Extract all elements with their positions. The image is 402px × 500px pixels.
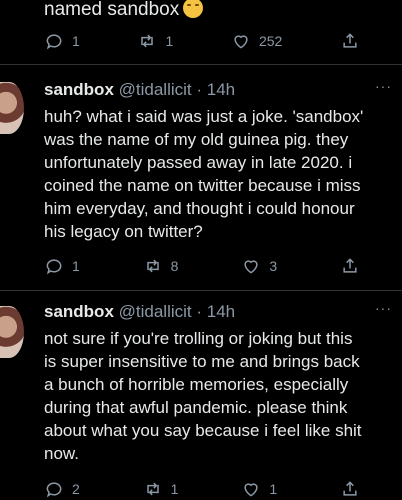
like-button[interactable]: 252 <box>231 31 282 51</box>
reply-count: 2 <box>72 481 80 497</box>
timestamp[interactable]: 14h <box>207 80 235 99</box>
reply-icon <box>46 259 62 275</box>
tweet-text: not sure if you're trolling or joking bu… <box>44 329 362 463</box>
reply-icon <box>46 34 62 50</box>
tweet-2-actions: 2 1 1 <box>44 478 368 500</box>
reply-button[interactable]: 1 <box>44 256 80 276</box>
like-button[interactable]: 1 <box>241 479 277 499</box>
share-icon <box>343 33 357 48</box>
like-count: 1 <box>269 481 278 497</box>
prev-tweet-text-label: named sandbox <box>44 0 180 20</box>
retweet-count: 8 <box>170 258 179 274</box>
handle[interactable]: @tidallicit <box>119 80 192 99</box>
share-button[interactable] <box>340 256 368 276</box>
divider <box>0 290 402 291</box>
retweet-icon <box>141 34 154 48</box>
crying-face-icon <box>183 0 204 18</box>
reply-count: 1 <box>72 258 80 274</box>
retweet-icon <box>146 259 159 273</box>
avatar[interactable] <box>0 82 24 134</box>
display-name[interactable]: sandbox <box>44 80 114 99</box>
timestamp[interactable]: 14h <box>207 302 235 321</box>
like-button[interactable]: 3 <box>241 256 277 276</box>
separator: · <box>191 80 207 99</box>
prev-tweet-text: named sandbox <box>44 0 204 21</box>
like-count: 3 <box>269 258 278 274</box>
separator: · <box>191 302 207 321</box>
retweet-button[interactable]: 1 <box>143 479 179 499</box>
reply-button[interactable]: 2 <box>44 479 80 499</box>
retweet-count: 1 <box>165 33 174 49</box>
share-button[interactable] <box>340 479 368 499</box>
more-options-icon[interactable]: ··· <box>375 78 392 94</box>
reply-icon <box>46 482 62 498</box>
tweet-header: sandbox @tidallicit · 14h ··· <box>44 78 392 100</box>
retweet-button[interactable]: 8 <box>143 256 179 276</box>
reply-button[interactable]: 1 <box>44 31 80 51</box>
heart-icon <box>244 260 258 274</box>
share-button[interactable] <box>340 31 368 51</box>
share-icon <box>343 481 357 496</box>
like-count: 252 <box>258 33 283 49</box>
retweet-icon <box>146 482 159 496</box>
tweet-1-actions: 1 8 3 <box>44 255 368 277</box>
reply-count: 1 <box>72 33 80 49</box>
share-icon <box>343 258 357 273</box>
heart-icon <box>234 35 248 49</box>
prev-tweet-actions: 1 1 252 <box>44 30 368 52</box>
display-name[interactable]: sandbox <box>44 302 114 321</box>
tweet-header: sandbox @tidallicit · 14h ··· <box>44 300 392 322</box>
more-options-icon[interactable]: ··· <box>375 300 392 316</box>
handle[interactable]: @tidallicit <box>119 302 192 321</box>
retweet-button[interactable]: 1 <box>137 31 173 51</box>
divider <box>0 64 402 65</box>
avatar[interactable] <box>0 306 24 358</box>
retweet-count: 1 <box>170 481 179 497</box>
tweet-text: huh? what i said was just a joke. 'sandb… <box>44 107 364 241</box>
heart-icon <box>244 483 258 497</box>
